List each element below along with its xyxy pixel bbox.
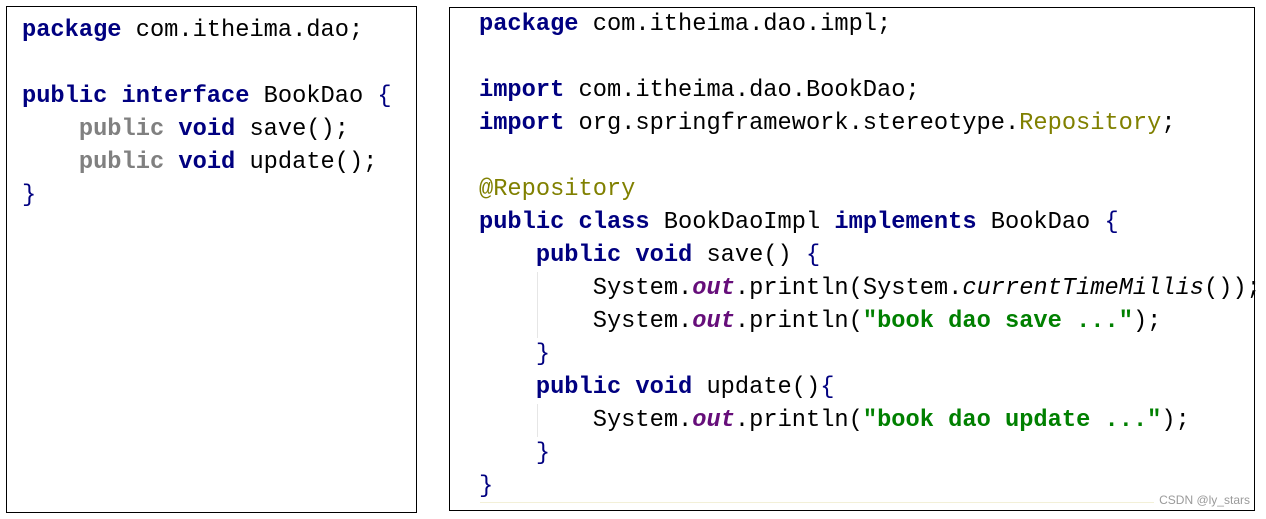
code-token-kw: class: [578, 209, 650, 236]
code-line: System.out.println("book dao update ..."…: [593, 404, 1190, 437]
code-token-field: out: [692, 407, 735, 434]
code-line: public class BookDaoImpl implements Book…: [479, 206, 1119, 239]
code-token-txt: BookDaoImpl: [649, 209, 835, 236]
code-token-kw: public: [479, 209, 565, 236]
code-token-kw: public: [22, 83, 108, 110]
code-line: public void update(){: [536, 371, 835, 404]
code-token-txt: update();: [235, 149, 378, 176]
code-token-txt: );: [1132, 308, 1162, 335]
code-line: package com.itheima.dao;: [22, 14, 363, 47]
code-token-txt: .println(System.: [734, 275, 963, 302]
code-token-brace: }: [22, 182, 37, 209]
code-token-txt: );: [1161, 407, 1190, 434]
code-line: public void save();: [79, 113, 349, 146]
impl-code-panel: CSDN @ly_stars package com.itheima.dao.i…: [449, 7, 1261, 511]
code-line: package com.itheima.dao.impl;: [479, 8, 891, 41]
code-token-gray: public: [78, 116, 165, 143]
code-token-brace: {: [805, 242, 821, 269]
code-token-kw: void: [178, 149, 236, 176]
code-token-kw: package: [22, 17, 122, 44]
code-token-txt: save(): [692, 242, 806, 269]
code-token-txt: ());: [1204, 275, 1261, 302]
indent-guide: [537, 404, 538, 437]
code-token-field: out: [692, 275, 735, 302]
code-line: public void update();: [79, 146, 378, 179]
code-token-brace: }: [479, 473, 494, 500]
code-token-kw: interface: [121, 83, 250, 110]
code-line: }: [22, 179, 36, 212]
code-token-txt: com.itheima.dao;: [121, 17, 364, 44]
code-line: }: [536, 338, 550, 371]
code-token-kw: void: [635, 374, 693, 401]
code-token-kw: package: [479, 11, 579, 38]
code-line: @Repository: [479, 173, 635, 206]
code-token-kw: void: [635, 242, 693, 269]
code-token-txt: BookDao: [976, 209, 1105, 236]
code-token-kw: public: [535, 242, 622, 269]
code-token-ann: @Repository: [479, 176, 636, 203]
code-line: import org.springframework.stereotype.Re…: [479, 107, 1176, 140]
code-token-brace: {: [377, 83, 392, 110]
code-token-txt: org.springframework.stereotype.: [564, 110, 1020, 137]
divider: [480, 502, 1154, 503]
code-token-brace: }: [535, 440, 551, 467]
code-token-kw: public: [535, 374, 622, 401]
code-line: }: [479, 470, 493, 503]
code-line: }: [536, 437, 550, 470]
code-token-txt: System.: [592, 275, 693, 302]
code-token-brace: {: [1104, 209, 1119, 236]
code-token-field: out: [692, 308, 735, 335]
code-line: System.out.println(System.currentTimeMil…: [593, 272, 1261, 305]
code-token-txt: com.itheima.dao.impl;: [578, 11, 892, 38]
code-token-txt: .println(: [734, 308, 863, 335]
code-token-brace: }: [535, 341, 551, 368]
code-token-kw: implements: [834, 209, 977, 236]
interface-code-panel: package com.itheima.dao; public interface…: [6, 6, 417, 513]
code-token-txt: update(): [692, 374, 821, 401]
code-token-str: "book dao save ...": [862, 308, 1133, 335]
code-line: public interface BookDao {: [22, 80, 392, 113]
code-token-txt: System.: [592, 407, 693, 434]
code-token-str: "book dao update ...": [862, 407, 1162, 434]
code-token-txt: save();: [235, 116, 349, 143]
code-token-txt: com.itheima.dao.BookDao;: [564, 77, 920, 104]
code-line: System.out.println("book dao save ...");: [593, 305, 1162, 338]
code-token-kw: void: [178, 116, 236, 143]
code-token-kw: import: [479, 77, 565, 104]
code-token-txt: .println(: [734, 407, 863, 434]
code-token-gray: public: [78, 149, 165, 176]
code-token-txt: BookDao: [249, 83, 378, 110]
code-token-brace: {: [820, 374, 835, 401]
code-token-ann: Repository: [1019, 110, 1162, 137]
watermark: CSDN @ly_stars: [1159, 493, 1250, 507]
code-token-txt: ;: [1161, 110, 1176, 137]
code-line: public void save() {: [536, 239, 820, 272]
code-token-txt: System.: [592, 308, 693, 335]
code-token-kw: import: [479, 110, 565, 137]
indent-guide: [537, 272, 538, 338]
code-line: import com.itheima.dao.BookDao;: [479, 74, 920, 107]
code-token-static: currentTimeMillis: [962, 275, 1205, 302]
